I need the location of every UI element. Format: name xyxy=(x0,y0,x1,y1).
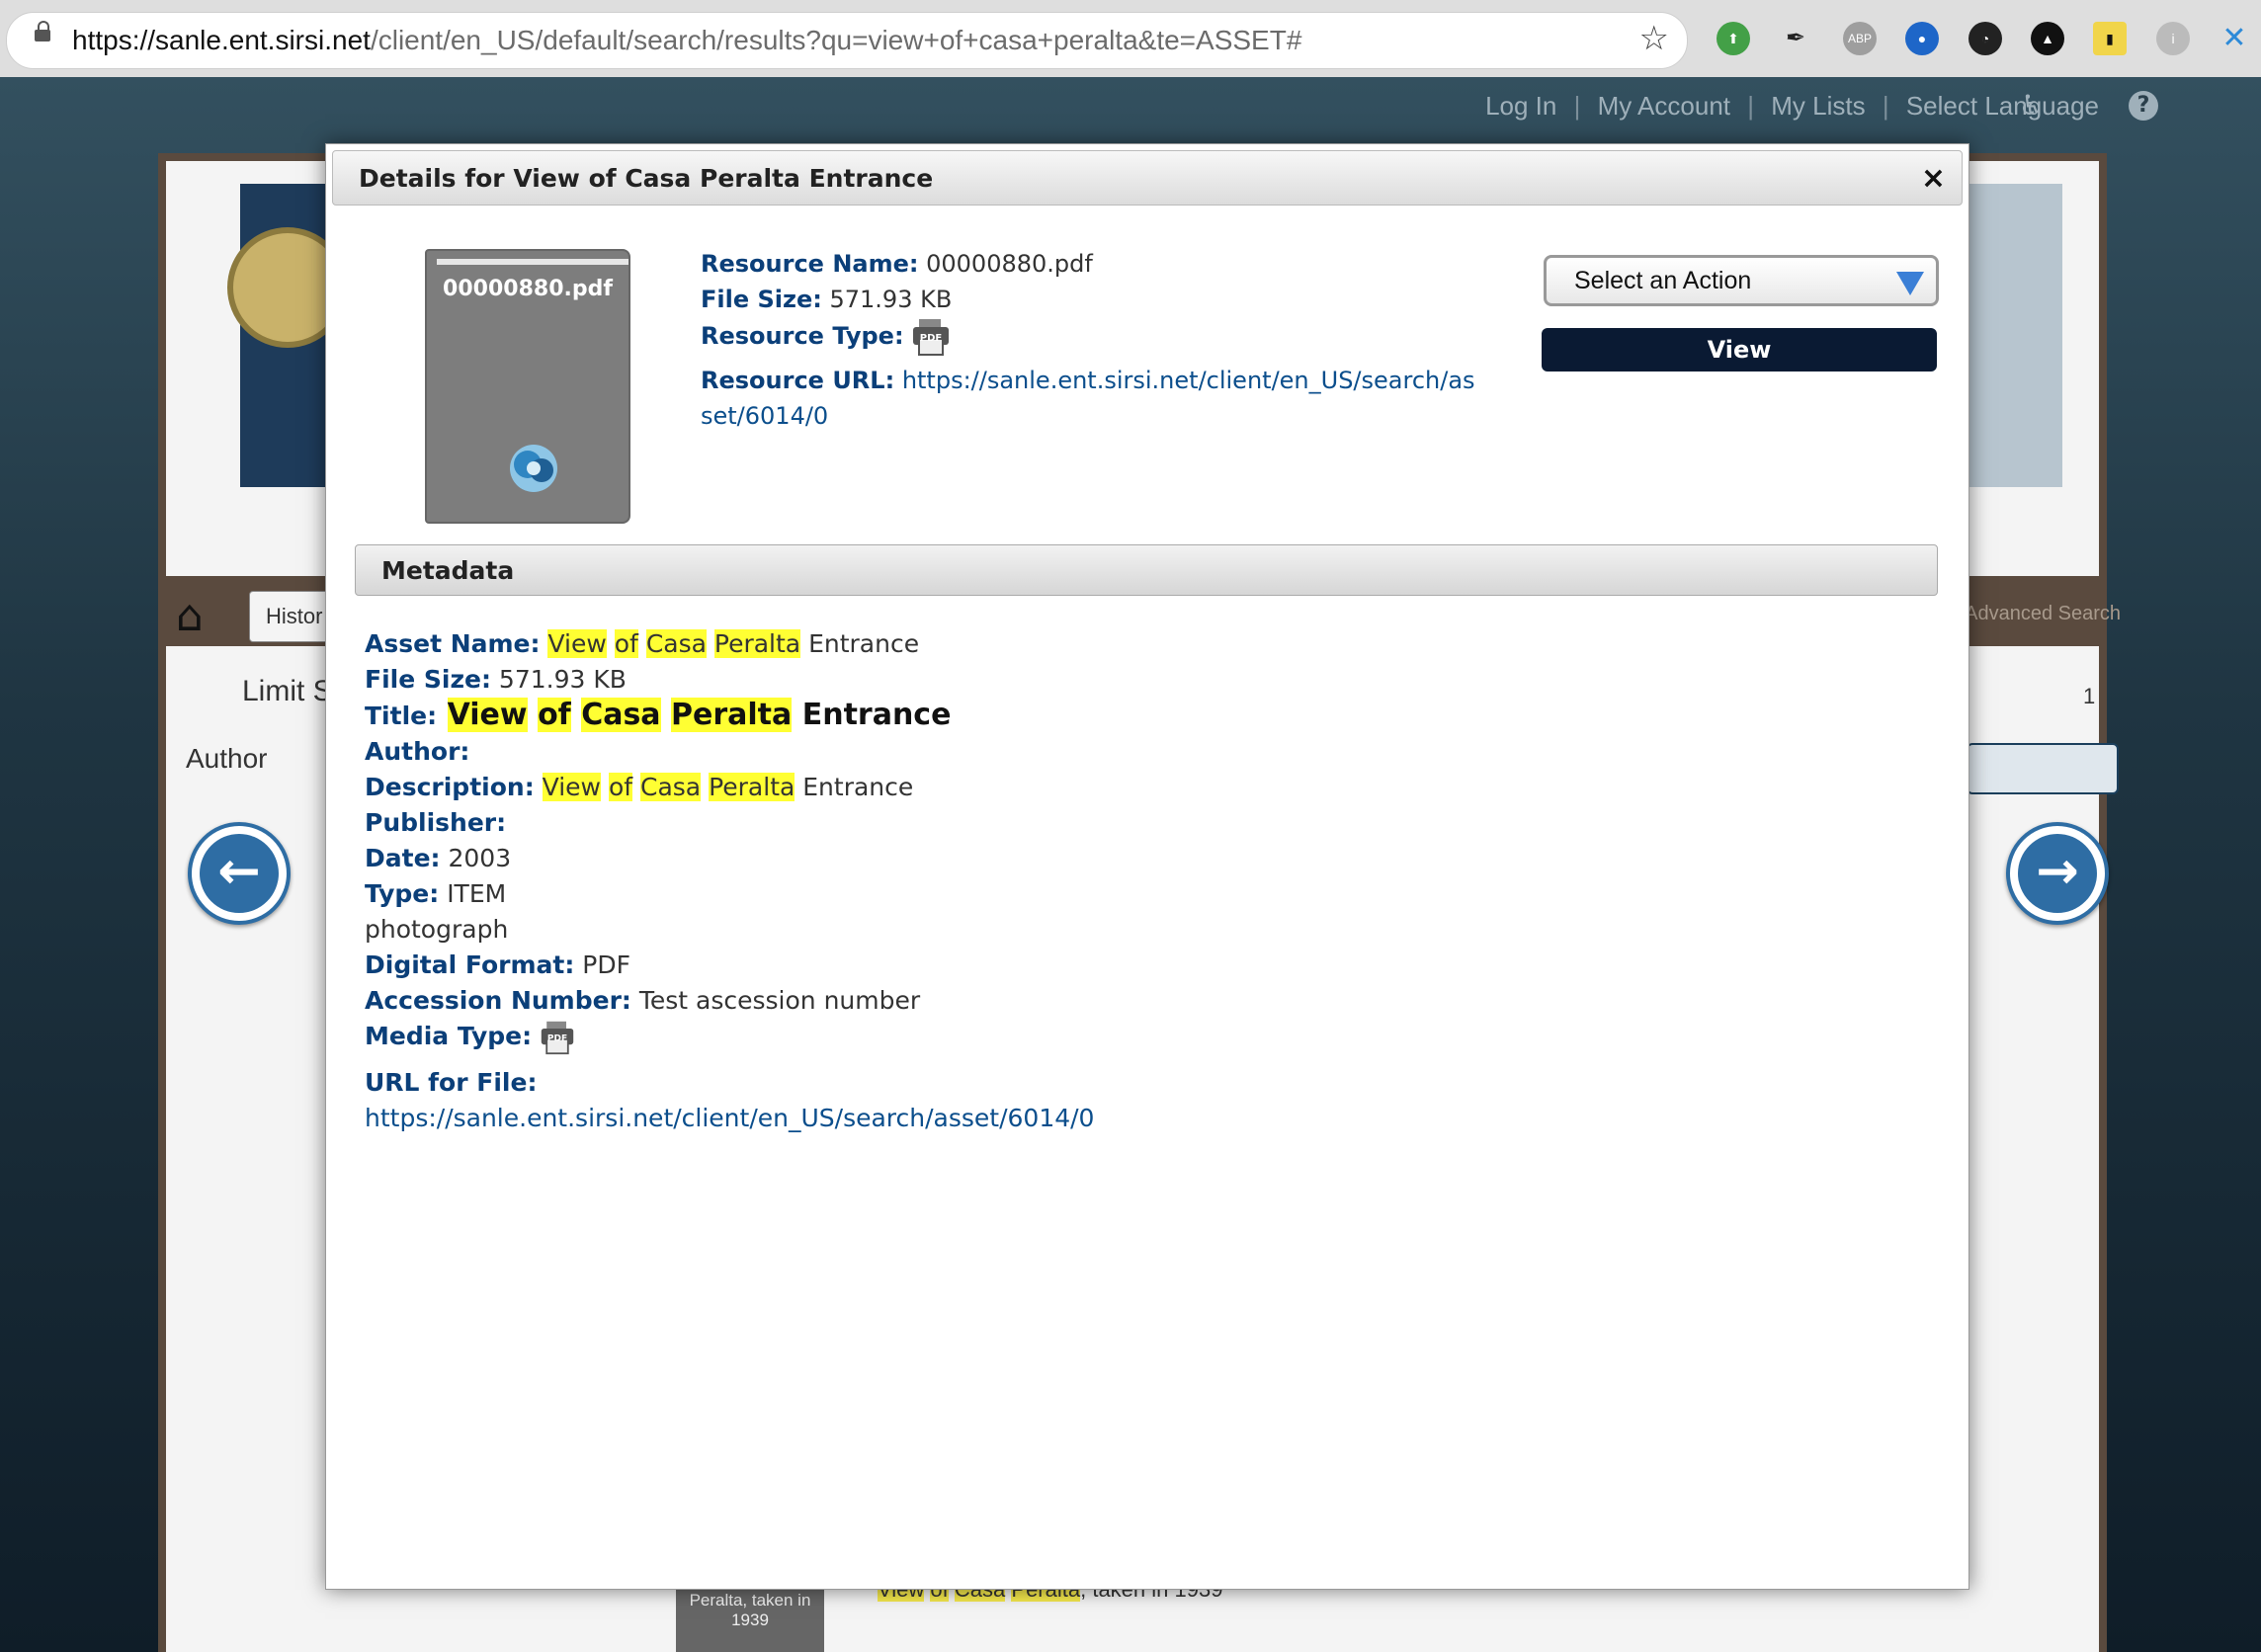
resource-url-row: Resource URL: https://sanle.ent.sirsi.ne… xyxy=(701,367,1475,394)
next-button[interactable]: → xyxy=(2006,822,2109,925)
accessibility-icon[interactable]: ♿ xyxy=(2019,89,2044,122)
url-for-file-row: URL for File: xyxy=(365,1068,538,1097)
metadata-list: Asset Name: View of Casa Peralta Entranc… xyxy=(365,626,1094,1136)
media-type-row: Media Type: PDF xyxy=(365,1019,1094,1055)
thumbnail-filename: 00000880.pdf xyxy=(443,277,613,301)
help-icon[interactable]: ? xyxy=(2129,91,2158,121)
previous-button[interactable]: ← xyxy=(188,822,291,925)
pdf-icon: PDF xyxy=(541,1021,574,1055)
resource-size-value: 571.93 KB xyxy=(829,286,953,313)
extension-yellow-icon[interactable]: ▮ xyxy=(2093,22,2127,55)
my-lists-link[interactable]: My Lists xyxy=(1771,91,1865,121)
browser-toolbar: https://sanle.ent.sirsi.net/client/en_US… xyxy=(0,0,2261,77)
adblock-icon[interactable]: ABP xyxy=(1843,22,1877,55)
dialog-title-bar: Details for View of Casa Peralta Entranc… xyxy=(332,150,1963,206)
select-language-link[interactable]: Select Language xyxy=(1906,91,2099,121)
author-facet-label: Author xyxy=(186,743,268,774)
arrow-right-icon: → xyxy=(2018,834,2097,913)
accession-number-row: Accession Number: Test ascession number xyxy=(365,986,921,1015)
metadata-header: Metadata xyxy=(355,544,1938,596)
resource-thumbnail[interactable]: 00000880.pdf xyxy=(425,249,630,524)
chat-bubble-icon[interactable]: ● xyxy=(1905,22,1939,55)
home-icon[interactable]: ⌂ xyxy=(176,591,204,641)
banner-image-right xyxy=(1962,184,2062,487)
account-links: Log In | My Account | My Lists | Select … xyxy=(1485,91,2099,121)
url-for-file-value-row: https://sanle.ent.sirsi.net/client/en_US… xyxy=(365,1101,1094,1136)
details-dialog: Details for View of Casa Peralta Entranc… xyxy=(325,143,1969,1590)
description-row: Description: View of Casa Peralta Entran… xyxy=(365,773,914,801)
resource-name-row: Resource Name: 00000880.pdf xyxy=(701,250,1093,278)
gauge-icon[interactable]: ◔ xyxy=(1968,22,2002,55)
resource-url-link-cont[interactable]: set/6014/0 xyxy=(701,402,828,430)
login-link[interactable]: Log In xyxy=(1485,91,1556,121)
file-size-row: File Size: 571.93 KB xyxy=(365,665,627,694)
address-bar[interactable]: https://sanle.ent.sirsi.net/client/en_US… xyxy=(6,12,1688,69)
view-button[interactable]: View xyxy=(1542,328,1937,372)
extension-pen-icon[interactable]: ✒ xyxy=(1779,22,1812,55)
title-row: Title: View of Casa Peralta Entrance xyxy=(365,698,952,732)
resource-name-value: 00000880.pdf xyxy=(926,250,1093,278)
sort-select[interactable] xyxy=(1967,743,2119,794)
date-row: Date: 2003 xyxy=(365,844,512,872)
asset-name-row: Asset Name: View of Casa Peralta Entranc… xyxy=(365,629,920,658)
limit-label: Limit S xyxy=(242,675,333,707)
cloud-logo-icon xyxy=(510,445,557,492)
pdf-icon: PDF xyxy=(913,319,950,356)
resource-info: Resource Name: 00000880.pdf File Size: 5… xyxy=(701,246,1475,434)
type-row-2: photograph xyxy=(365,915,509,944)
my-account-link[interactable]: My Account xyxy=(1598,91,1730,121)
url-for-file-link[interactable]: https://sanle.ent.sirsi.net/client/en_US… xyxy=(365,1104,1094,1132)
extension-green-icon[interactable]: ⬆ xyxy=(1717,22,1750,55)
info-icon[interactable]: i xyxy=(2156,22,2190,55)
author-row: Author: xyxy=(365,737,470,766)
resource-size-row: File Size: 571.93 KB xyxy=(701,286,953,313)
svg-text:PDF: PDF xyxy=(920,333,942,344)
url-text[interactable]: https://sanle.ent.sirsi.net/client/en_US… xyxy=(72,25,1301,56)
dialog-title: Details for View of Casa Peralta Entranc… xyxy=(359,164,934,193)
arrow-left-icon: ← xyxy=(200,834,279,913)
digital-format-row: Digital Format: PDF xyxy=(365,950,630,979)
action-select[interactable]: Select an Action xyxy=(1544,255,1939,306)
resource-type-row: Resource Type: PDF xyxy=(701,317,1475,357)
tools-icon[interactable]: ✕ xyxy=(2218,22,2251,55)
page-number[interactable]: 1 xyxy=(2083,684,2095,709)
lock-icon xyxy=(35,21,50,41)
cat-icon[interactable]: ▲ xyxy=(2031,22,2064,55)
advanced-search-link[interactable]: Advanced Search xyxy=(1965,603,2121,625)
bookmark-star-icon[interactable]: ☆ xyxy=(1639,19,1669,58)
type-row: Type: ITEM xyxy=(365,879,507,908)
close-icon[interactable]: × xyxy=(1921,161,1946,196)
publisher-row: Publisher: xyxy=(365,808,507,837)
svg-text:PDF: PDF xyxy=(547,1034,567,1044)
dropdown-arrow-icon xyxy=(1896,272,1924,295)
resource-url-link[interactable]: https://sanle.ent.sirsi.net/client/en_US… xyxy=(902,367,1475,394)
